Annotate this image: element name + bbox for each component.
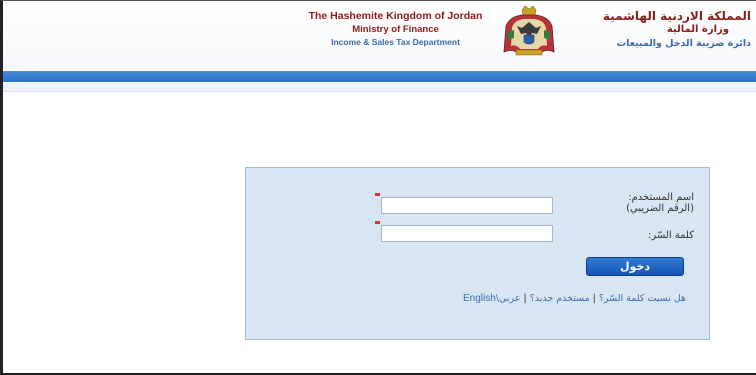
username-label: اسم المستخدم: (الرقم الضريبي) [569, 192, 694, 214]
username-required-marker [375, 193, 380, 196]
jordan-coat-of-arms-icon [503, 5, 555, 56]
header-en-department: Income & Sales Tax Department [331, 37, 460, 47]
password-input[interactable] [381, 225, 553, 242]
header-blue-bar [3, 71, 756, 82]
login-panel: اسم المستخدم: (الرقم الضريبي) كلمة السّر… [245, 167, 710, 340]
login-button[interactable]: دخول [586, 257, 684, 276]
site-header: The Hashemite Kingdom of Jordan Ministry… [3, 1, 756, 69]
header-en-ministry: Ministry of Finance [352, 24, 439, 35]
header-english-text: The Hashemite Kingdom of Jordan Ministry… [293, 10, 498, 49]
header-light-bar [3, 83, 756, 92]
language-english-link[interactable]: English [463, 293, 496, 304]
username-input[interactable] [381, 197, 553, 214]
header-ar-ministry: وزارة المالية [666, 24, 729, 35]
link-separator: | [523, 293, 527, 304]
header-ar-department: دائرة ضريبة الدخل والمبيعات [616, 38, 751, 49]
login-links: هل نسيت كلمة السّر؟|مستخدم جديد؟|عربي\En… [346, 293, 686, 304]
link-separator: | [592, 293, 596, 304]
language-arabic-link[interactable]: عربي [499, 293, 520, 304]
header-en-title: The Hashemite Kingdom of Jordan [308, 10, 483, 22]
new-user-link[interactable]: مستخدم جديد؟ [530, 293, 590, 304]
username-label-main: اسم المستخدم: [628, 192, 694, 203]
header-ar-title: المملكة الاردنية الهاشمية [602, 9, 751, 23]
forgot-password-link[interactable]: هل نسيت كلمة السّر؟ [599, 293, 686, 304]
password-label: كلمة السّر: [647, 230, 694, 241]
password-required-marker [375, 221, 380, 224]
username-label-hint: (الرقم الضريبي) [626, 203, 694, 214]
header-arabic-text: المملكة الاردنية الهاشمية وزارة المالية … [563, 9, 751, 51]
